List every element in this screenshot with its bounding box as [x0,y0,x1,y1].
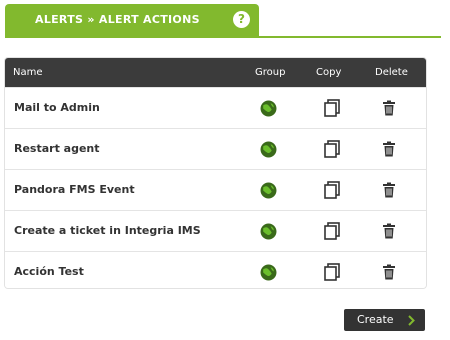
page-title: ALERTS » ALERT ACTIONS [35,13,200,26]
copy-icon[interactable] [323,222,341,240]
column-header-name: Name [13,67,43,78]
trash-icon[interactable] [381,264,397,280]
trash-icon[interactable] [381,182,397,198]
create-button-label: Create [357,313,394,326]
column-header-copy: Copy [316,67,342,78]
globe-icon [260,100,277,117]
table-row: Create a ticket in Integria IMS [5,210,426,251]
globe-icon [260,182,277,199]
trash-icon[interactable] [381,100,397,116]
trash-icon[interactable] [381,141,397,157]
action-name-link[interactable]: Restart agent [14,142,100,155]
create-button[interactable]: Create [344,309,425,331]
section-header: ALERTS » ALERT ACTIONS ? [5,4,441,38]
section-tab: ALERTS » ALERT ACTIONS ? [5,4,259,36]
table-row: Pandora FMS Event [5,169,426,210]
help-icon[interactable]: ? [233,11,250,28]
action-name-link[interactable]: Mail to Admin [14,101,100,114]
action-name-link[interactable]: Create a ticket in Integria IMS [14,224,201,237]
column-header-delete: Delete [375,67,408,78]
copy-icon[interactable] [323,263,341,281]
table-row: Mail to Admin [5,87,426,128]
table-header: Name Group Copy Delete [5,58,426,87]
copy-icon[interactable] [323,140,341,158]
action-name-link[interactable]: Pandora FMS Event [14,183,135,196]
table-row: Restart agent [5,128,426,169]
column-header-group: Group [255,67,286,78]
copy-icon[interactable] [323,181,341,199]
alert-actions-table: Name Group Copy Delete Mail to Admin Res… [4,57,427,289]
table-row: Acción Test [5,251,426,288]
action-name-link[interactable]: Acción Test [14,265,84,278]
globe-icon [260,264,277,281]
globe-icon [260,223,277,240]
copy-icon[interactable] [323,99,341,117]
trash-icon[interactable] [381,223,397,239]
chevron-right-icon [408,315,415,326]
globe-icon [260,141,277,158]
